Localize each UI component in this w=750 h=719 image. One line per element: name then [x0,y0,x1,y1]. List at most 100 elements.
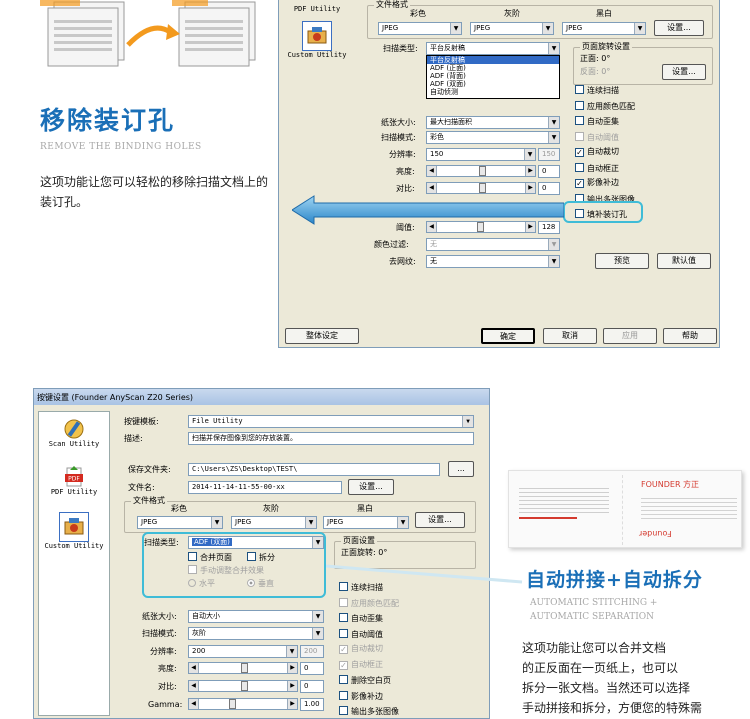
dropdown-option[interactable]: ADF (背面) [427,72,559,80]
defaults-button[interactable]: 默认值 [657,253,711,269]
filename-field[interactable]: 2014-11-14-11-55-00-xx [188,481,342,494]
preview-button[interactable]: 预览 [595,253,649,269]
scan-mode-select[interactable]: 灰阶 ▼ [188,627,324,640]
format-settings-button[interactable]: 设置... [415,512,465,528]
option-checkbox[interactable]: ✓ 自动框正 [339,660,383,670]
option-checkbox[interactable]: 输出多张图像 [339,706,399,717]
bw-format-select[interactable]: JPEG ▼ [323,516,409,529]
arrow-left-icon[interactable]: ◀ [189,699,199,709]
scan-mode-select[interactable]: 彩色 ▼ [426,131,560,144]
option-checkbox[interactable]: ✓ 自动裁切 [339,644,383,654]
dropdown-option[interactable]: ADF (正面) [427,64,559,72]
select-value: JPEG [327,518,344,526]
select-value: JPEG [474,24,491,32]
template-select[interactable]: File Utility ▼ [188,415,474,428]
slider-thumb[interactable] [241,681,248,691]
brightness-value-field[interactable]: 0 [300,662,324,675]
gray-format-select[interactable]: JPEG ▼ [470,22,554,35]
arrow-left-icon[interactable]: ◀ [189,681,199,691]
checkbox-label: 影像补边 [587,178,619,187]
contrast-value-field[interactable]: 0 [538,182,560,195]
overall-settings-button[interactable]: 整体设定 [285,328,359,344]
contrast-label: 对比: [158,682,177,691]
slider-thumb[interactable] [479,166,486,176]
option-checkbox[interactable]: 影像补边 [339,690,383,702]
arrow-right-icon[interactable]: ▶ [287,681,297,691]
scan-type-select[interactable]: 平台反射稿 ▼ [426,42,560,55]
option-checkbox[interactable]: ✓ 影像补边 [575,178,619,188]
sidebar-item-custom-utility[interactable]: Custom Utility [39,512,109,551]
dropdown-option[interactable]: ADF (双面) [427,80,559,88]
option-checkbox[interactable]: 自动阈值 [339,628,383,640]
format-settings-button[interactable]: 设置... [654,20,704,36]
paper-size-select[interactable]: 最大扫描面积 ▼ [426,116,560,129]
sidebar-item-pdf-utility[interactable]: PDF Utility [287,5,347,14]
dropdown-option[interactable]: 自动侦测 [427,88,559,96]
help-button[interactable]: 帮助 [663,328,717,344]
bw-format-select[interactable]: JPEG ▼ [562,22,646,35]
option-checkbox[interactable]: 自动阈值 [575,131,619,143]
contrast-value-field[interactable]: 0 [300,680,324,693]
sidebar-item-custom-utility[interactable]: Custom Utility [283,21,351,60]
resolution-select[interactable]: 150 ▼ [426,148,536,161]
option-checkbox[interactable]: 自动歪集 [339,613,383,624]
dropdown-option-selected[interactable]: 平台反射稿 [427,56,559,64]
gamma-value-field[interactable]: 1.00 [300,698,324,711]
custom-utility-icon [59,512,89,542]
option-checkbox[interactable]: 自动歪集 [575,116,619,127]
color-format-select[interactable]: JPEG ▼ [378,22,462,35]
option-checkbox[interactable]: 删除空白页 [339,675,391,686]
contrast-slider[interactable]: ◀ ▶ [426,182,536,194]
slider-thumb[interactable] [479,183,486,193]
save-folder-field[interactable]: C:\Users\ZS\Desktop\TEST\ [188,463,440,476]
arrow-left-icon[interactable]: ◀ [427,183,437,193]
card-left [513,475,623,545]
rotation-settings-button[interactable]: 设置... [662,64,706,80]
arrow-right-icon[interactable]: ▶ [287,663,297,673]
brightness-value-field[interactable]: 0 [538,165,560,178]
slider-thumb[interactable] [241,663,248,673]
gray-format-label: 灰阶 [504,9,520,18]
ok-button[interactable]: 确定 [481,328,535,344]
arrow-left-icon[interactable]: ◀ [189,663,199,673]
gamma-slider[interactable]: ◀ ▶ [188,698,298,710]
brightness-slider[interactable]: ◀ ▶ [188,662,298,674]
slider-thumb[interactable] [229,699,236,709]
file-format-group: 文件格式 彩色 灰阶 黑白 JPEG ▼ JPEG ▼ JPEG ▼ 设置... [367,0,713,39]
resolution-select[interactable]: 200 ▼ [188,645,298,658]
sidebar-item-label: Scan Utility [48,440,100,448]
sidebar-item-label: PDF Utility [293,5,341,13]
sidebar-item-pdf-utility[interactable]: PDF PDF Utility [39,466,109,497]
arrow-right-icon[interactable]: ▶ [525,166,535,176]
binding-holes-illustration [40,0,260,75]
chevron-down-icon: ▼ [524,149,535,160]
description-field[interactable]: 扫描并保存图像到您的存放装置。 [188,432,474,445]
checkmark-icon: ✓ [575,179,584,188]
sidebar-item-scan-utility[interactable]: Scan Utility [39,418,109,449]
color-format-select[interactable]: JPEG ▼ [137,516,223,529]
contrast-slider[interactable]: ◀ ▶ [188,680,298,692]
window-titlebar[interactable]: 按键设置 (Founder AnyScan Z20 Series) [34,389,489,405]
arrow-right-icon[interactable]: ▶ [525,183,535,193]
descreen-select[interactable]: 无 ▼ [426,255,560,268]
checkbox-box [575,100,584,110]
checkbox-label: 自动框正 [587,163,619,173]
brightness-slider[interactable]: ◀ ▶ [426,165,536,177]
arrow-right-icon[interactable]: ▶ [287,699,297,709]
fill-binding-holes-callout [563,201,643,223]
arrow-left-icon[interactable]: ◀ [427,166,437,176]
paper-size-select[interactable]: 自动大小 ▼ [188,610,324,623]
cancel-button[interactable]: 取消 [543,328,597,344]
option-checkbox[interactable]: 连续扫描 [575,85,619,96]
gray-format-select[interactable]: JPEG ▼ [231,516,317,529]
select-value: JPEG [566,24,583,32]
filename-settings-button[interactable]: 设置... [348,479,394,495]
browse-button[interactable]: ... [448,461,474,477]
apply-button[interactable]: 应用 [603,328,657,344]
option-checkbox[interactable]: 应用颜色匹配 [339,597,399,609]
option-checkbox[interactable]: 自动框正 [575,162,619,174]
sidebar-item-label: Custom Utility [44,542,104,550]
option-checkbox[interactable]: 应用颜色匹配 [575,100,635,112]
option-checkbox[interactable]: ✓ 自动裁切 [575,147,619,157]
color-filter-select[interactable]: 无 ▼ [426,238,560,251]
